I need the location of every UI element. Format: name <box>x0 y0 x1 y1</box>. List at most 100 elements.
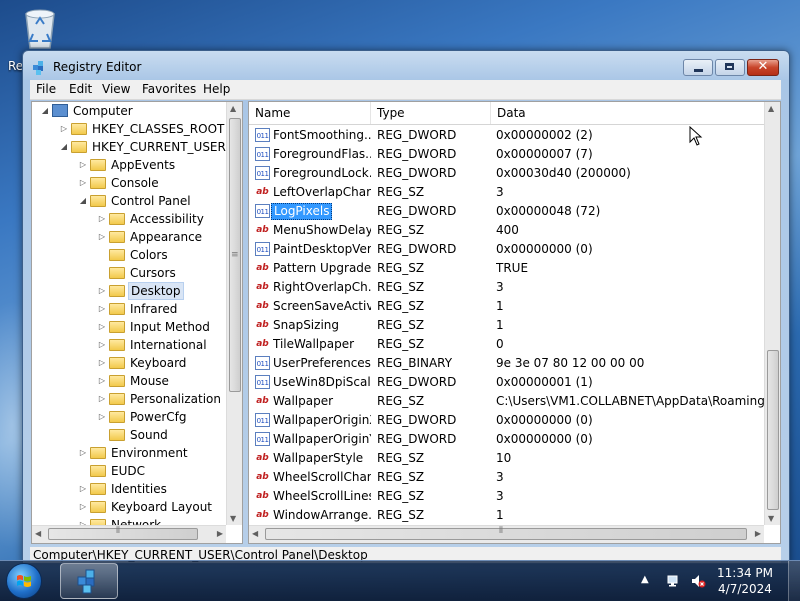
tree-item[interactable]: ▷ Appearance <box>32 228 226 246</box>
value-row[interactable]: ab LeftOverlapChars REG_SZ 3 <box>249 183 764 202</box>
system-clock[interactable]: 11:34 PM 4/7/2024 <box>710 565 780 597</box>
value-row[interactable]: 011PaintDesktopVer... REG_DWORD 0x00000000… <box>249 240 764 259</box>
tree-item[interactable]: ▷ Keyboard <box>32 354 226 372</box>
volume-muted-icon[interactable] <box>690 573 706 589</box>
tree-item[interactable]: Sound <box>32 426 226 444</box>
scroll-down-icon[interactable]: ▼ <box>768 514 774 523</box>
minimize-button[interactable] <box>683 59 713 76</box>
scroll-down-icon[interactable]: ▼ <box>230 514 236 523</box>
tree-item[interactable]: EUDC <box>32 462 226 480</box>
expand-arrow-icon[interactable]: ▷ <box>97 336 107 354</box>
tree-item[interactable]: ◢ HKEY_CURRENT_USER <box>32 138 226 156</box>
expand-arrow-icon[interactable]: ▷ <box>97 210 107 228</box>
scroll-left-icon[interactable]: ◀ <box>35 529 41 538</box>
tree-item[interactable]: ◢ Control Panel <box>32 192 226 210</box>
value-row[interactable]: 011 WallpaperOriginX REG_DWORD 0x00000000 (… <box>249 411 764 430</box>
close-button[interactable]: ✕ <box>747 59 779 76</box>
value-row[interactable]: 011 FontSmoothing... REG_DWORD 0x00000002 (… <box>249 126 764 145</box>
value-row[interactable]: ab WheelScrollLines REG_SZ 3 <box>249 487 764 506</box>
expand-arrow-icon[interactable]: ▷ <box>78 444 88 462</box>
network-icon[interactable] <box>666 573 682 589</box>
values-vscroll-thumb[interactable] <box>767 350 779 510</box>
tree-item[interactable]: ▷ Identities <box>32 480 226 498</box>
value-row[interactable]: 011 LogPixels REG_DWORD 0x00000048 (72) <box>249 202 764 221</box>
tree-item[interactable]: ▷ PowerCfg <box>32 408 226 426</box>
column-header-type[interactable]: Type <box>371 102 491 124</box>
value-row[interactable]: ab WheelScrollChars REG_SZ 3 <box>249 468 764 487</box>
menu-file[interactable]: File <box>36 82 56 96</box>
column-header-name[interactable]: Name <box>249 102 371 124</box>
value-row[interactable]: ab WindowArrange... REG_SZ 1 <box>249 506 764 525</box>
tree-item[interactable]: ▷ Input Method <box>32 318 226 336</box>
value-row[interactable]: ab WallpaperStyle REG_SZ 10 <box>249 449 764 468</box>
expand-arrow-icon[interactable]: ▷ <box>97 282 107 300</box>
expand-arrow-icon[interactable]: ▷ <box>97 300 107 318</box>
tree-item[interactable]: ▷ HKEY_CLASSES_ROOT <box>32 120 226 138</box>
tree-item[interactable]: ▷ Environment <box>32 444 226 462</box>
tree-item[interactable]: Cursors <box>32 264 226 282</box>
tree-item[interactable]: ▷ Console <box>32 174 226 192</box>
tree-horizontal-scrollbar[interactable]: ◀ ⦀ ▶ <box>32 525 226 543</box>
recycle-bin-icon[interactable] <box>20 6 60 50</box>
value-row[interactable]: ab ScreenSaveActive REG_SZ 1 <box>249 297 764 316</box>
menu-favorites[interactable]: Favorites <box>142 82 196 96</box>
tree-item[interactable]: ▷ Infrared <box>32 300 226 318</box>
scroll-left-icon[interactable]: ◀ <box>252 529 258 538</box>
taskbar-registry-editor-button[interactable] <box>60 563 118 599</box>
scroll-right-icon[interactable]: ▶ <box>755 529 761 538</box>
expand-arrow-icon[interactable]: ▷ <box>97 354 107 372</box>
collapse-arrow-icon[interactable]: ◢ <box>78 192 88 210</box>
show-hidden-icons-icon[interactable]: ▲ <box>641 574 649 585</box>
tree-item[interactable]: ▷ International <box>32 336 226 354</box>
value-row[interactable]: 011UserPreferences... REG_BINARY 9e 3e 07 … <box>249 354 764 373</box>
collapse-arrow-icon[interactable]: ◢ <box>40 102 50 120</box>
tree-vertical-scrollbar[interactable]: ▲ ≡ ▼ <box>226 102 242 525</box>
expand-arrow-icon[interactable]: ▷ <box>78 498 88 516</box>
value-row[interactable]: ab Wallpaper REG_SZ C:\Users\VM1.COLLABNET\… <box>249 392 764 411</box>
values-hscroll-thumb[interactable] <box>265 528 747 540</box>
value-row[interactable]: 011UseWin8DpiScal... REG_DWORD 0x00000001 … <box>249 373 764 392</box>
menu-help[interactable]: Help <box>203 82 230 96</box>
tree-item[interactable]: ◢ Computer <box>32 102 226 120</box>
values-vertical-scrollbar[interactable]: ▲ ▼ <box>764 102 780 525</box>
tree-item[interactable]: ▷ Desktop <box>32 282 226 300</box>
expand-arrow-icon[interactable]: ▷ <box>78 156 88 174</box>
expand-arrow-icon[interactable]: ▷ <box>59 120 69 138</box>
value-row[interactable]: ab SnapSizing REG_SZ 1 <box>249 316 764 335</box>
value-row[interactable]: ab TileWallpaper REG_SZ 0 <box>249 335 764 354</box>
column-header-data[interactable]: Data <box>491 102 764 124</box>
expand-arrow-icon[interactable]: ▷ <box>78 480 88 498</box>
value-row[interactable]: 011 WallpaperOriginY REG_DWORD 0x00000000 (… <box>249 430 764 449</box>
value-row[interactable]: ab Pattern Upgrade REG_SZ TRUE <box>249 259 764 278</box>
value-row[interactable]: ab RightOverlapCh... REG_SZ 3 <box>249 278 764 297</box>
value-row[interactable]: 011 ForegroundLock... REG_DWORD 0x00030d40 … <box>249 164 764 183</box>
values-list-pane[interactable]: Name Type Data 011 FontSmoothing... REG_DW… <box>248 101 781 544</box>
tree-item[interactable]: Colors <box>32 246 226 264</box>
tree-item[interactable]: ▷ Personalization <box>32 390 226 408</box>
expand-arrow-icon[interactable]: ▷ <box>78 174 88 192</box>
scroll-up-icon[interactable]: ▲ <box>768 104 774 113</box>
start-button[interactable] <box>6 563 42 599</box>
tree-item[interactable]: ▷ Keyboard Layout <box>32 498 226 516</box>
title-bar[interactable]: Registry Editor ✕ <box>23 51 789 81</box>
scroll-right-icon[interactable]: ▶ <box>217 529 223 538</box>
menu-view[interactable]: View <box>102 82 130 96</box>
tree-hscroll-thumb[interactable] <box>48 528 198 540</box>
expand-arrow-icon[interactable]: ▷ <box>97 228 107 246</box>
scroll-up-icon[interactable]: ▲ <box>230 104 236 113</box>
tree-item[interactable]: ▷ Mouse <box>32 372 226 390</box>
expand-arrow-icon[interactable]: ▷ <box>97 408 107 426</box>
menu-edit[interactable]: Edit <box>69 82 92 96</box>
tree-item[interactable]: ▷ AppEvents <box>32 156 226 174</box>
expand-arrow-icon[interactable]: ▷ <box>97 318 107 336</box>
value-row[interactable]: ab MenuShowDelay REG_SZ 400 <box>249 221 764 240</box>
key-tree-pane[interactable]: ◢ Computer ▷ HKEY_CLASSES_ROOT ◢ HKEY_CURRENT… <box>31 101 243 544</box>
values-horizontal-scrollbar[interactable]: ◀ ⦀ ▶ <box>249 525 764 543</box>
tree-item[interactable]: ▷ Accessibility <box>32 210 226 228</box>
show-desktop-button[interactable] <box>788 561 800 601</box>
expand-arrow-icon[interactable]: ▷ <box>97 390 107 408</box>
expand-arrow-icon[interactable]: ▷ <box>97 372 107 390</box>
collapse-arrow-icon[interactable]: ◢ <box>59 138 69 156</box>
value-row[interactable]: 011 ForegroundFlas... REG_DWORD 0x00000007 … <box>249 145 764 164</box>
maximize-button[interactable] <box>715 59 745 76</box>
